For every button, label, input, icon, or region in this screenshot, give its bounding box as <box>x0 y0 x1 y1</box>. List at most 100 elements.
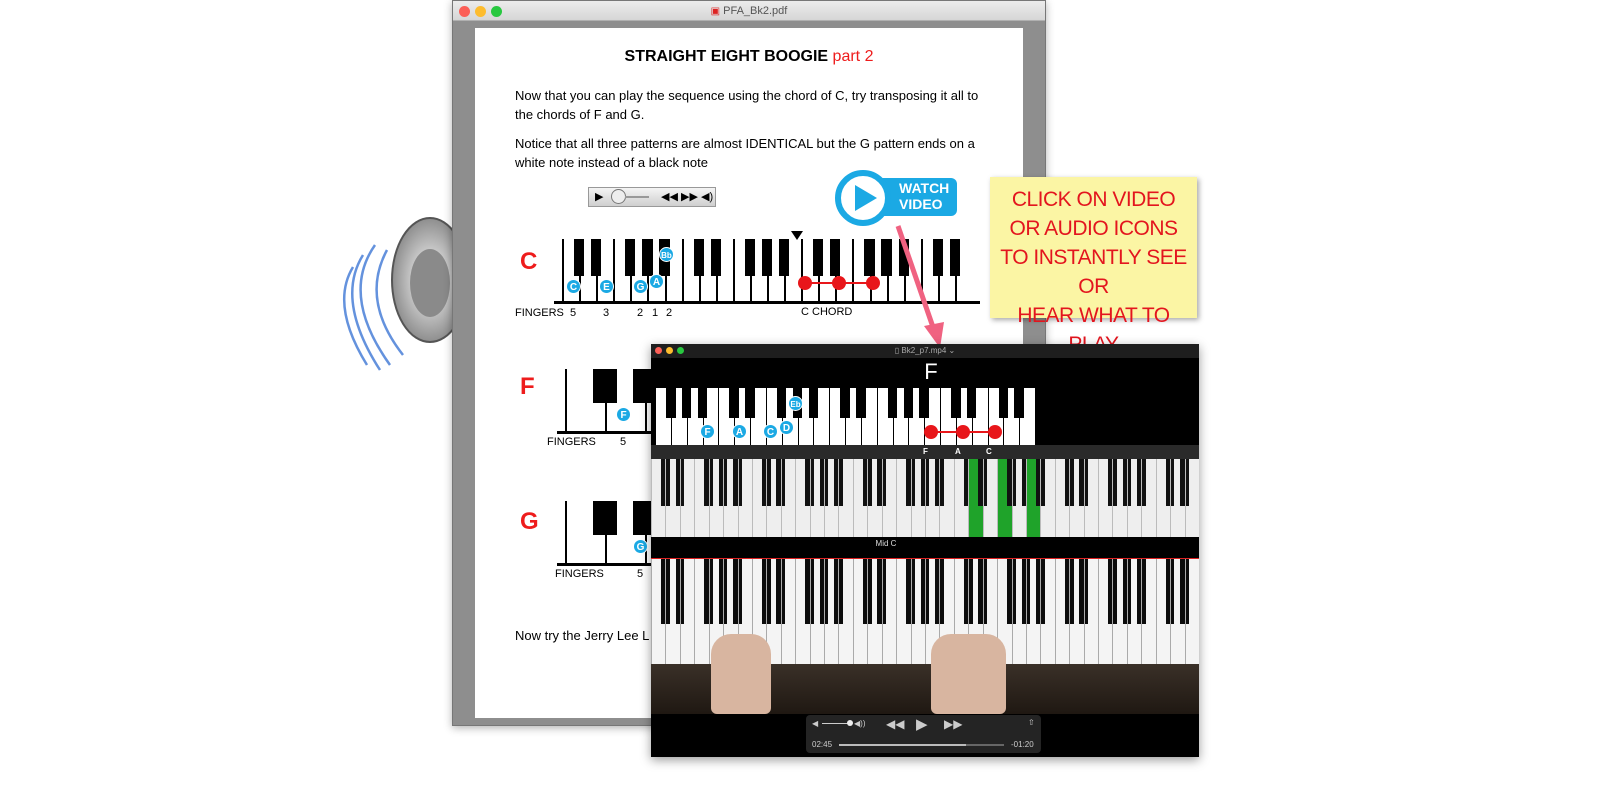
volume-high-icon: ◀)) <box>854 719 866 728</box>
callout-line: CLICK ON VIDEO <box>1011 188 1176 211</box>
fingers-label: FINGERS <box>515 307 564 319</box>
note-marker: C <box>763 424 778 439</box>
white-key <box>1184 559 1199 664</box>
finger-number: 3 <box>603 307 610 319</box>
white-key <box>1184 459 1199 537</box>
close-button[interactable] <box>459 6 470 17</box>
minimize-button[interactable] <box>475 6 486 17</box>
play-icon[interactable]: ▶ <box>595 190 603 203</box>
minimize-button[interactable] <box>666 347 673 354</box>
note-marker: A <box>732 424 747 439</box>
note-marker: G <box>633 539 648 554</box>
white-key <box>1141 459 1155 537</box>
white-key <box>838 459 852 537</box>
note-marker: Bb <box>659 247 674 262</box>
finger-number: 2 <box>666 307 673 319</box>
pdf-title: PFA_Bk2.pdf <box>723 5 788 17</box>
highlight-label: F <box>923 447 928 456</box>
video-title-bar[interactable]: ▯ Bk2_p7.mp4 ⌄ <box>651 344 1199 358</box>
note-marker: F <box>700 424 715 439</box>
play-circle-icon[interactable] <box>835 170 891 226</box>
video-label: VIDEO <box>899 196 943 212</box>
chord-dot <box>866 276 880 290</box>
white-key <box>1019 388 1035 445</box>
white-key <box>835 239 852 301</box>
footer-text: Now try the Jerry Lee L <box>515 628 650 643</box>
white-key <box>813 388 829 445</box>
chevron-down-icon[interactable]: ⌄ <box>949 346 956 355</box>
finger-number: 5 <box>570 307 577 319</box>
page-title: STRAIGHT EIGHT BOOGIE part 2 <box>475 48 1023 66</box>
left-hand <box>711 634 771 714</box>
text-line: the chords of F and G. <box>515 107 645 122</box>
note-marker: E <box>599 279 614 294</box>
finger-number: 1 <box>652 307 659 319</box>
white-key <box>780 559 795 664</box>
fingers-label: FINGERS <box>555 568 604 580</box>
chord-label-g: G <box>520 508 539 535</box>
fast-forward-button[interactable]: ▶▶ <box>944 717 962 731</box>
white-key <box>1083 559 1098 664</box>
rewind-button[interactable]: ◀◀ <box>886 717 904 731</box>
white-key <box>1083 459 1098 537</box>
zoom-button[interactable] <box>677 347 684 354</box>
chord-label-c: C <box>520 248 538 275</box>
audio-controller[interactable]: ▶ ◀◀ ▶▶ ◀) <box>588 187 716 207</box>
share-icon[interactable]: ⇧ <box>1028 718 1035 727</box>
pdf-title-bar[interactable]: ▣ PFA_Bk2.pdf <box>453 1 1045 21</box>
arrow-to-video <box>895 225 944 348</box>
finger-number: 2 <box>637 307 644 319</box>
chord-dot <box>924 425 938 439</box>
white-key <box>881 459 896 537</box>
step-back-icon[interactable]: ◀◀ <box>661 190 678 203</box>
play-button[interactable]: ▶ <box>916 715 928 733</box>
mid-c-label: Mid C <box>875 539 897 548</box>
white-key <box>971 388 988 445</box>
watch-label: WATCH <box>899 180 950 196</box>
callout-note: CLICK ON VIDEO OR AUDIO ICONS TO INSTANT… <box>990 177 1197 356</box>
highlight-label: C <box>986 447 992 456</box>
chord-dot <box>988 425 1002 439</box>
pdf-file-icon: ▣ <box>710 6 721 17</box>
white-key <box>954 239 972 301</box>
note-marker: F <box>616 407 631 422</box>
note-marker: Eb <box>788 396 803 411</box>
chord-dot <box>832 276 846 290</box>
progress-scrubber[interactable] <box>839 744 1004 746</box>
callout-line: TO INSTANTLY SEE OR <box>1000 246 1187 298</box>
note-marker: A <box>649 274 664 289</box>
white-key <box>838 559 852 664</box>
white-key <box>881 559 896 664</box>
step-forward-icon[interactable]: ▶▶ <box>681 190 698 203</box>
time-remaining: -01:20 <box>1011 740 1034 749</box>
audio-slider[interactable] <box>611 189 651 205</box>
video-chord-label: F <box>924 359 938 384</box>
middle-c-marker <box>791 231 803 240</box>
volume-slider[interactable] <box>822 720 853 726</box>
volume-low-icon: ◀ <box>812 719 819 728</box>
paragraph-2: Notice that all three patterns are almos… <box>515 134 975 172</box>
note-marker: G <box>633 279 648 294</box>
highlight-label: A <box>955 447 961 456</box>
white-key <box>982 459 997 537</box>
white-key <box>780 459 795 537</box>
finger-number: 5 <box>620 436 627 448</box>
white-key <box>939 459 953 537</box>
white-key <box>679 559 694 664</box>
note-marker: D <box>779 420 794 435</box>
chord-dot <box>956 425 970 439</box>
text-line: Notice that all three patterns are almos… <box>515 136 975 151</box>
close-button[interactable] <box>655 347 662 354</box>
volume-icon[interactable]: ◀) <box>701 190 713 203</box>
watch-video-button[interactable]: WATCH VIDEO <box>835 170 957 228</box>
title-suffix: part 2 <box>832 48 874 65</box>
virtual-piano-keyboard <box>651 459 1199 537</box>
chord-label-f: F <box>520 373 535 400</box>
playback-controls: ◀ ◀)) ◀◀ ▶ ▶▶ ⇧ 02:45 -01:20 <box>806 715 1041 753</box>
zoom-button[interactable] <box>491 6 502 17</box>
chord-name: C CHORD <box>801 306 853 318</box>
white-key <box>860 388 877 445</box>
white-key <box>679 459 694 537</box>
white-key <box>784 239 801 301</box>
chord-dot <box>798 276 812 290</box>
